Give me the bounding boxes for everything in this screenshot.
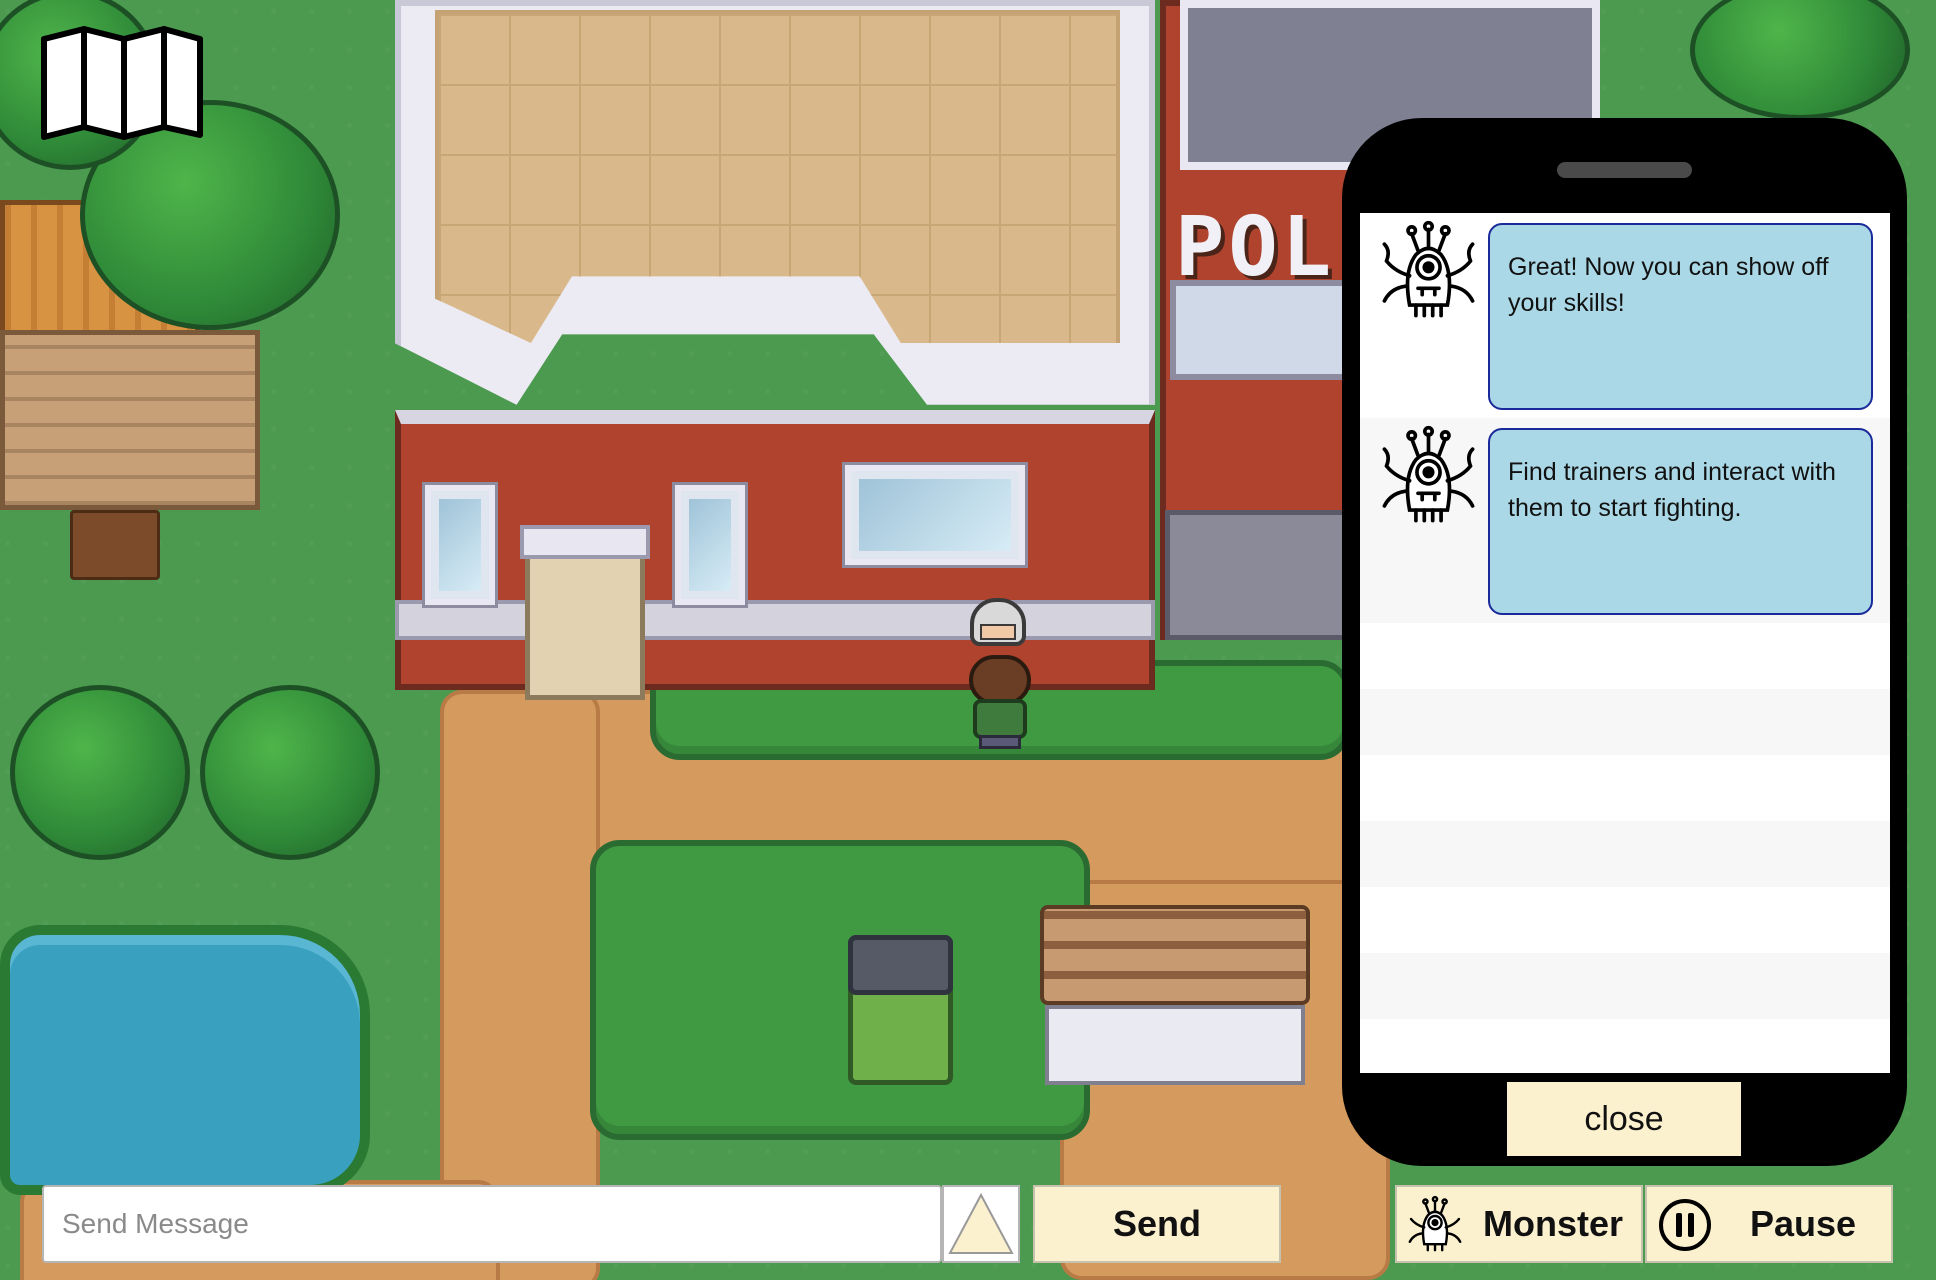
message-bubble: Find trainers and interact with them to … (1488, 428, 1873, 615)
player-body (973, 699, 1027, 739)
building-window (425, 485, 495, 605)
send-button[interactable]: Send (1033, 1185, 1281, 1263)
empty-list-row (1360, 953, 1890, 1019)
pause-circle-icon (1659, 1199, 1711, 1251)
building-wall (395, 410, 1155, 690)
tree (10, 685, 190, 860)
tree (200, 685, 380, 860)
empty-list-row (1360, 623, 1890, 689)
empty-list-row (1360, 1019, 1890, 1073)
folded-map-icon (41, 26, 203, 140)
message-bubble: Great! Now you can show off your skills! (1488, 223, 1873, 410)
phone-message-list[interactable]: Great! Now you can show off your skills!… (1360, 213, 1890, 1073)
pond (0, 925, 370, 1195)
empty-list-row (1360, 689, 1890, 755)
tree-trunk (70, 510, 160, 580)
building-window (845, 465, 1025, 565)
hedge (590, 840, 1090, 1140)
player-head (969, 655, 1031, 705)
pause-button[interactable]: Pause (1645, 1185, 1893, 1263)
phone-speaker (1557, 162, 1692, 178)
player-legs (979, 735, 1021, 749)
phone-dialog: Great! Now you can show off your skills!… (1342, 118, 1907, 1166)
close-button[interactable]: close (1505, 1080, 1743, 1158)
building-window (675, 485, 745, 605)
one-eyed-monster-icon (1382, 425, 1475, 523)
map-button[interactable] (40, 25, 205, 140)
triangle-up-icon (948, 1192, 1014, 1254)
door-awning (520, 525, 650, 559)
pause-button-label: Pause (1749, 1203, 1857, 1244)
npc-face (980, 624, 1016, 640)
monster-button-label: Monster (1482, 1203, 1623, 1244)
trash-bin-lid (848, 935, 953, 995)
message-input[interactable] (42, 1185, 942, 1263)
emoji-toggle-button[interactable] (942, 1185, 1020, 1263)
player-character (965, 655, 1035, 750)
monster-button[interactable]: Monster (1395, 1185, 1643, 1263)
one-eyed-monster-icon (1408, 1195, 1462, 1252)
building-foundation (395, 600, 1155, 640)
bench (1040, 905, 1310, 1005)
tree (1690, 0, 1910, 120)
message-row: Great! Now you can show off your skills! (1360, 213, 1890, 418)
one-eyed-monster-icon (1382, 220, 1475, 318)
treehouse-deck (0, 330, 260, 510)
empty-list-row (1360, 755, 1890, 821)
empty-list-row (1360, 887, 1890, 953)
message-row: Find trainers and interact with them to … (1360, 418, 1890, 623)
empty-list-row (1360, 821, 1890, 887)
bench-stand (1045, 1005, 1305, 1085)
